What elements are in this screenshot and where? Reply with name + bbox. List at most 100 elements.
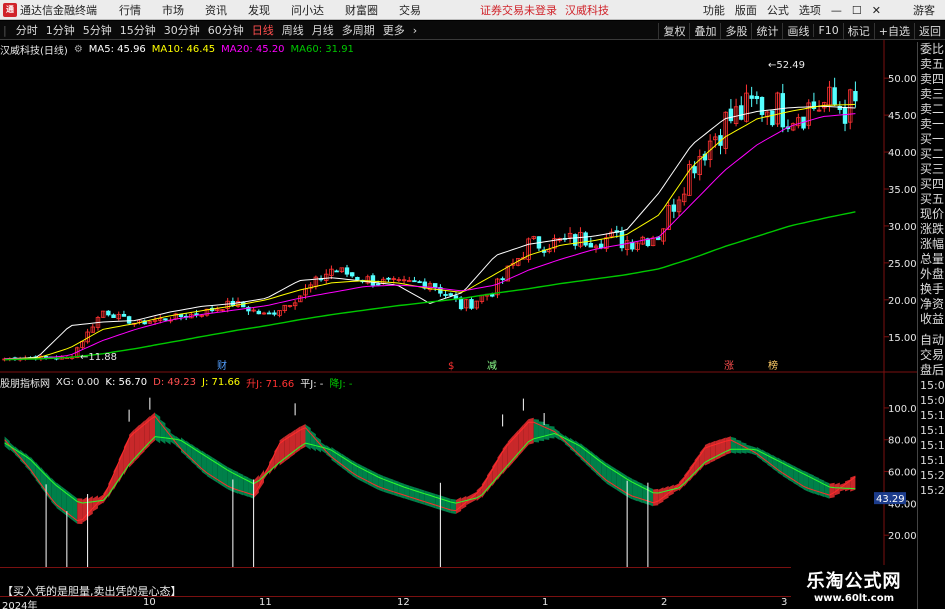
candle-down	[412, 280, 417, 283]
candle-down	[121, 313, 127, 317]
candle-down	[853, 91, 858, 102]
kd-band-segment	[435, 493, 441, 510]
candle-down	[355, 276, 360, 281]
kd-band-segment	[445, 497, 451, 514]
indicator-j: J: 71.66	[202, 376, 241, 388]
kd-band-segment	[720, 437, 726, 458]
chart-area[interactable]: 50.00 45.00 40.00 35.00 30.00 25.00 20.00 15.00…	[0, 0, 917, 596]
watermark-title: 乐淘公式网	[806, 571, 902, 592]
trade-log-3: 15:00	[920, 379, 945, 392]
price-tick-label: 45.00	[888, 111, 917, 122]
trade-log-10: 15:25	[920, 484, 945, 497]
kd-band-segment	[647, 486, 654, 507]
kd-band-segment	[736, 439, 742, 454]
candle-down	[759, 96, 765, 115]
candle-down	[739, 105, 744, 120]
trade-log-6: 15:11	[920, 424, 945, 437]
candle-down	[588, 242, 594, 248]
indicator-up-j: 升J: 71.66	[246, 378, 295, 390]
candle-down	[126, 316, 132, 324]
event-marker-3: 涨	[724, 360, 734, 372]
tool-back[interactable]: 返回	[914, 22, 945, 39]
price-tick-label: 15.00	[888, 333, 917, 344]
indicator-name[interactable]: 股朋指标网	[0, 375, 50, 390]
candle-down	[469, 299, 474, 309]
quote-field-11: 现价	[920, 207, 945, 221]
candle-down	[448, 293, 453, 296]
candle-down	[500, 278, 505, 281]
quote-field-3: 卖三	[920, 87, 945, 101]
kd-band-segment	[450, 498, 456, 515]
kd-band-segment	[378, 473, 384, 492]
candle-down	[106, 310, 111, 316]
kd-band-segment	[538, 421, 545, 442]
candle-down	[349, 272, 355, 277]
kd-band-segment	[383, 476, 389, 494]
kd-band-segment	[850, 475, 856, 492]
kd-band-segment	[658, 487, 664, 505]
candle-down	[334, 270, 339, 273]
kd-band-segment	[352, 460, 358, 479]
indicator-flat-j: 平J: -	[300, 378, 324, 390]
event-marker-0: 财	[217, 359, 227, 372]
candle-down	[692, 166, 697, 174]
ind-current-value: 43.29	[876, 494, 905, 505]
kd-band-segment	[544, 423, 550, 440]
kd-band-segment	[144, 416, 150, 451]
kd-band-segment	[419, 488, 425, 505]
quote-field-4: 卖二	[920, 102, 945, 116]
kd-band-segment	[424, 490, 430, 507]
kd-band-segment	[336, 450, 342, 468]
candle-down	[443, 294, 448, 296]
candle-down	[375, 283, 381, 286]
time-label-feb: 2	[661, 597, 668, 608]
high-price-label: ←52.49	[768, 60, 805, 71]
indicator-down-j: 降J: -	[329, 378, 353, 390]
low-price-label: ←11.88	[80, 352, 117, 363]
event-marker-1: $	[448, 361, 454, 372]
quote-field-9: 买四	[920, 177, 945, 191]
trade-log-7: 15:15	[920, 439, 945, 452]
indicator-k: K: 56.70	[105, 376, 148, 388]
indicator-legend: 股朋指标网 XG: 0.00 K: 56.70 D: 49.23 J: 71.6…	[0, 375, 359, 390]
candle-down	[728, 108, 734, 122]
quote-field-12: 涨跌	[920, 222, 945, 236]
quote-field-13: 涨幅	[920, 237, 945, 251]
price-tick-label: 50.00	[888, 74, 917, 85]
time-label-year: 2024年	[2, 601, 38, 609]
ma-line-ma20	[4, 113, 856, 360]
kd-band-segment	[767, 452, 773, 469]
candle-down	[111, 314, 116, 318]
candle-down	[754, 95, 760, 99]
quote-field-8: 买三	[920, 162, 945, 176]
candle-down	[163, 318, 168, 321]
kd-band-segment	[725, 436, 731, 455]
kd-band-segment	[404, 483, 410, 500]
kd-band-segment	[813, 475, 820, 496]
candle-down	[671, 204, 677, 212]
price-tick-label: 40.00	[888, 148, 917, 159]
ind-tick-label: 60.00	[888, 468, 917, 479]
kd-band-segment	[331, 447, 337, 464]
ind-tick-label: 100.00	[888, 404, 917, 415]
indicator-d: D: 49.23	[153, 376, 197, 388]
kd-band-segment	[653, 488, 659, 506]
kd-band-segment	[440, 495, 446, 512]
kd-band-segment	[357, 463, 363, 482]
kd-band-segment	[346, 456, 353, 476]
quote-field-18: 收益	[920, 312, 945, 326]
quote-field-5: 卖一	[920, 117, 945, 131]
kd-band-segment	[61, 486, 67, 516]
candle-down	[630, 241, 635, 250]
candle-down	[842, 107, 848, 124]
watermark: 乐淘公式网 www.60lt.com	[791, 565, 917, 609]
quote-field-1: 卖五	[920, 57, 945, 71]
trade-log-9: 15:25	[920, 469, 945, 482]
time-label-dec: 12	[397, 597, 410, 608]
event-marker-2: 减	[487, 360, 497, 372]
kd-band-segment	[756, 446, 763, 461]
kd-band-segment	[253, 475, 259, 499]
candle-down	[370, 275, 376, 286]
kd-band-segment	[388, 477, 394, 496]
candle-down	[432, 283, 438, 288]
